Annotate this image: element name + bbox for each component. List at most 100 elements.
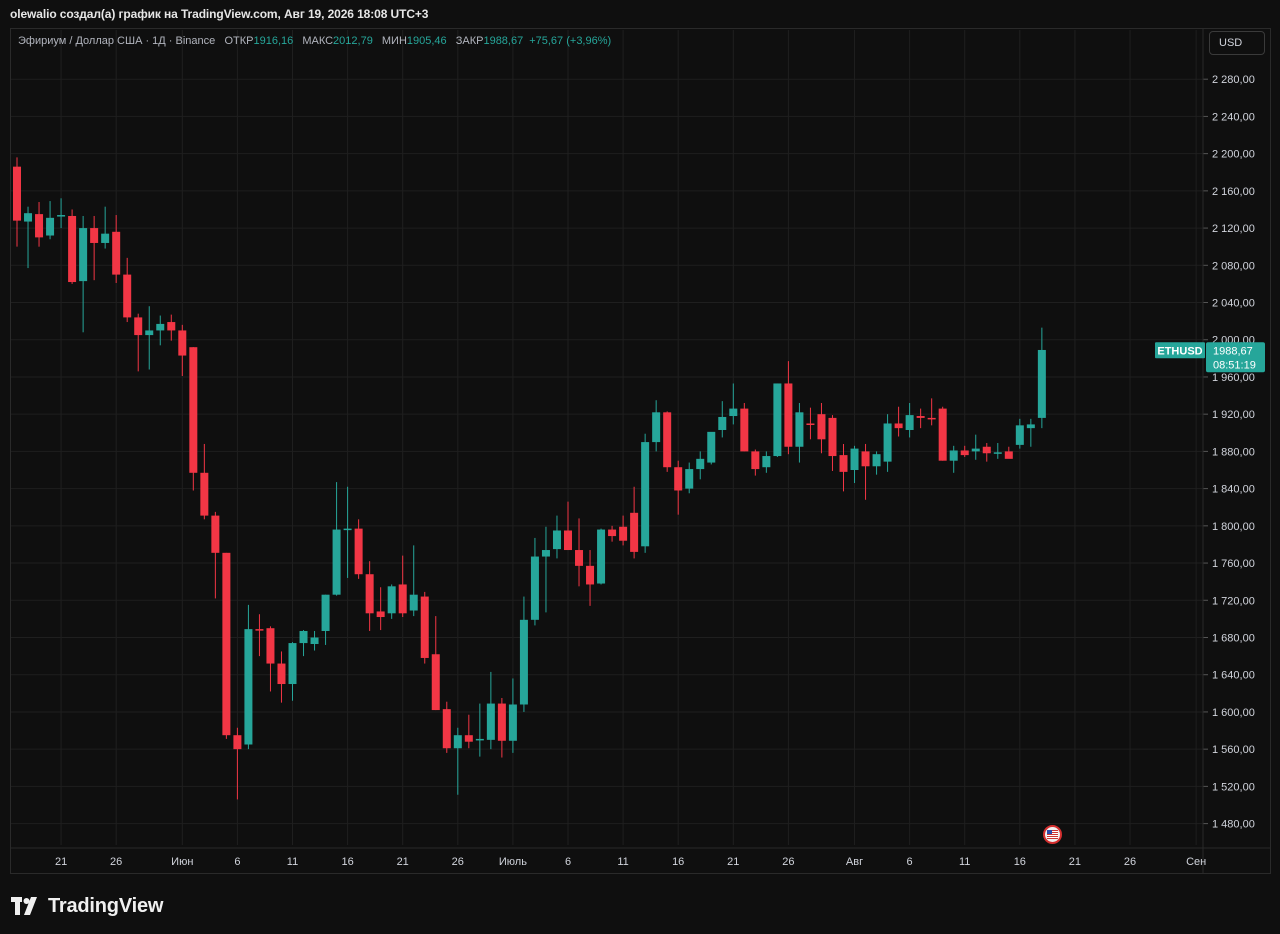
time-tick-label: 16 xyxy=(341,856,353,868)
time-tick-label: 11 xyxy=(959,856,970,868)
candle xyxy=(222,552,231,739)
candle xyxy=(486,671,495,750)
candle xyxy=(762,451,771,473)
time-tick-label: 6 xyxy=(907,856,913,868)
candle xyxy=(718,401,727,438)
candle xyxy=(1037,327,1046,429)
candle xyxy=(255,614,264,657)
price-tick-label: 1 480,00 xyxy=(1212,819,1255,831)
candle xyxy=(806,407,815,440)
candle-body xyxy=(464,735,473,742)
candle-body xyxy=(619,526,628,541)
price-tick-label: 1 880,00 xyxy=(1212,446,1255,458)
candle-body xyxy=(387,586,396,614)
candle-body xyxy=(916,416,925,418)
candle-body xyxy=(740,408,749,452)
candle xyxy=(971,434,980,460)
time-tick-label: 26 xyxy=(782,856,794,868)
candle xyxy=(134,313,143,372)
candle-body xyxy=(905,415,914,430)
price-tick-label: 1 680,00 xyxy=(1212,632,1255,644)
candle-body xyxy=(57,215,66,217)
candle-body xyxy=(519,619,528,705)
price-tick-label: 1 640,00 xyxy=(1212,670,1255,682)
legend-low-label: МИН xyxy=(381,35,407,47)
candle-body xyxy=(586,565,595,585)
candle xyxy=(354,519,363,579)
candle xyxy=(398,555,407,618)
price-tick-label: 1 960,00 xyxy=(1212,372,1255,384)
candle-body xyxy=(773,383,782,457)
candle xyxy=(200,443,209,520)
candle xyxy=(299,630,308,657)
price-tick-label: 1 720,00 xyxy=(1212,595,1255,607)
candle xyxy=(828,415,837,471)
candle-body xyxy=(641,442,650,547)
candle-body xyxy=(134,317,143,336)
price-tick-label: 1 520,00 xyxy=(1212,781,1255,793)
candle xyxy=(817,403,826,454)
candle xyxy=(178,324,187,377)
price-tick-label: 2 040,00 xyxy=(1212,298,1255,310)
candle-body xyxy=(376,611,385,618)
legend-high-label: МАКС xyxy=(302,35,334,47)
candle-body xyxy=(299,630,308,644)
candle xyxy=(13,157,21,247)
legend-open-label: ОТКР xyxy=(224,35,254,47)
time-tick-label: Июль xyxy=(499,856,527,868)
candle-body xyxy=(453,735,462,749)
candle-body xyxy=(508,704,517,741)
candle-body xyxy=(222,552,231,736)
candle xyxy=(464,714,473,749)
time-tick-label: 16 xyxy=(672,856,684,868)
candle xyxy=(167,314,176,341)
price-chart[interactable]: 1 480,00 1 520,00 1 560,00 1 600,00 1 640,00… xyxy=(0,0,1280,934)
us-flag-event-icon[interactable] xyxy=(1043,825,1062,844)
candle-body xyxy=(817,414,826,440)
time-tick-label: 21 xyxy=(727,856,739,868)
ticker-tag-text: ETHUSD xyxy=(1157,345,1202,357)
tradingview-logo[interactable]: TradingView xyxy=(11,895,163,917)
candle xyxy=(35,202,44,247)
currency-button[interactable]: USD xyxy=(1209,31,1265,55)
candle xyxy=(883,414,892,472)
price-axis-labels: 1 480,00 1 520,00 1 560,00 1 600,00 1 640,00… xyxy=(1212,74,1255,830)
candle-body xyxy=(13,166,21,221)
candle xyxy=(872,451,881,475)
candle-body xyxy=(178,330,187,356)
candle xyxy=(288,642,297,701)
candle xyxy=(1015,418,1024,449)
candle-body xyxy=(541,550,550,557)
candle-body xyxy=(123,274,132,318)
price-tick-label: 1 840,00 xyxy=(1212,484,1255,496)
candle xyxy=(586,550,595,606)
candle-body xyxy=(575,550,584,566)
candle xyxy=(266,626,275,692)
legend-close-value: 1988,67 xyxy=(483,35,524,47)
candle-body xyxy=(552,530,561,550)
candle xyxy=(938,406,947,461)
tradingview-logo-icon xyxy=(11,897,37,915)
candle-body xyxy=(971,448,980,452)
footer xyxy=(0,876,1280,934)
price-tick-label: 1 560,00 xyxy=(1212,744,1255,756)
candle-body xyxy=(850,448,859,471)
candle-body xyxy=(24,213,33,222)
price-tick-label: 2 280,00 xyxy=(1212,74,1255,86)
price-tick-label: 1 760,00 xyxy=(1212,558,1255,570)
candle xyxy=(696,451,705,480)
candle xyxy=(431,616,440,711)
candle xyxy=(420,591,429,664)
candle-body xyxy=(101,233,110,243)
candle xyxy=(795,403,804,463)
candle xyxy=(597,528,606,585)
candle xyxy=(79,215,88,333)
time-tick-label: 26 xyxy=(452,856,464,868)
legend-change-value: +75,67 (+3,96%) xyxy=(529,35,612,47)
chart-grid xyxy=(11,28,1270,873)
candle xyxy=(442,701,451,753)
candles xyxy=(13,157,1046,800)
candle-body xyxy=(255,629,264,631)
time-axis-labels: 21 26 Июн 6 11 16 21 26 Июль 6 11 16 21 26 Авг 6 11 16 21 2… xyxy=(55,856,1206,868)
candle xyxy=(244,604,253,750)
